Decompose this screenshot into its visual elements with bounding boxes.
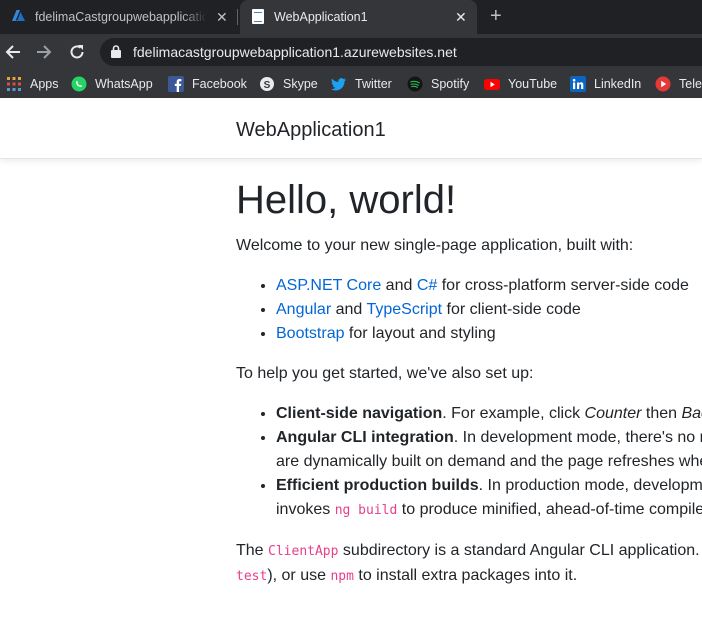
feature-text: . In development mode, there's no n	[453, 429, 702, 446]
aspnet-core-link[interactable]: ASP.NET Core	[276, 277, 381, 294]
feature-emphasis: Back	[681, 405, 702, 422]
page-title: Hello, world!	[236, 178, 457, 222]
list-text: for client-side code	[442, 301, 581, 318]
bookmark-label: Telec	[679, 77, 702, 91]
bookmark-apps[interactable]: Apps	[6, 70, 59, 98]
bookmark-spotify[interactable]: Spotify	[407, 70, 469, 98]
url-text: fdelimacastgroupwebapplication1.azureweb…	[133, 44, 457, 60]
inline-code: ClientApp	[268, 544, 339, 559]
tab-separator	[237, 9, 238, 25]
bookmark-twitter[interactable]: Twitter	[331, 70, 392, 98]
bookmark-label: WhatsApp	[95, 77, 153, 91]
arrow-left-icon	[5, 45, 20, 59]
tab-title: WebApplication1	[274, 10, 368, 24]
navbar-brand[interactable]: WebApplication1	[236, 119, 386, 142]
facebook-icon	[168, 76, 184, 92]
bookmark-linkedin[interactable]: LinkedIn	[570, 70, 641, 98]
bookmark-facebook[interactable]: Facebook	[168, 70, 247, 98]
new-tab-button[interactable]: +	[490, 6, 502, 26]
feature-title: Efficient production builds	[276, 477, 479, 494]
lock-icon	[111, 45, 121, 58]
feature-title: Client-side navigation	[276, 405, 443, 422]
arrow-right-icon	[37, 45, 52, 59]
footer-text: The ClientApp subdirectory is a standard…	[236, 539, 702, 589]
feature-text: . In production mode, developm	[478, 477, 702, 494]
bookmark-whatsapp[interactable]: WhatsApp	[71, 70, 153, 98]
typescript-link[interactable]: TypeScript	[366, 301, 442, 318]
inline-code: ng build	[334, 503, 398, 518]
whatsapp-icon	[71, 76, 87, 92]
feature-title: Angular CLI integration	[276, 429, 454, 446]
bookmark-label: YouTube	[508, 77, 558, 91]
feature-text: to produce minified, ahead-of-time compi…	[397, 501, 702, 518]
features-list: Client-side navigation. For example, cli…	[236, 402, 702, 523]
list-text: and	[331, 301, 367, 318]
apps-grid-icon	[6, 76, 22, 92]
setup-intro-text: To help you get started, we've also set …	[236, 365, 534, 382]
skype-icon: S	[259, 76, 275, 92]
tab-strip: fdelimaCastgroupwebapplication1 ✕ WebApp…	[0, 0, 702, 34]
feature-text: invokes	[276, 501, 335, 518]
feature-text: . For example, click	[442, 405, 585, 422]
bookmark-telegram[interactable]: Telec	[655, 70, 702, 98]
bookmark-label: Apps	[30, 77, 59, 91]
footer-text-part: ), or use	[267, 567, 331, 584]
back-button[interactable]	[3, 42, 23, 62]
reload-icon	[70, 45, 84, 59]
list-item: Angular CLI integration. In development …	[276, 426, 702, 474]
reload-button[interactable]	[67, 42, 87, 62]
site-navbar: WebApplication1	[0, 98, 702, 159]
list-item: Bootstrap for layout and styling	[276, 322, 702, 346]
bookmark-label: Facebook	[192, 77, 247, 91]
feature-text: are dynamically built on demand and the …	[276, 453, 702, 470]
twitter-icon	[331, 76, 347, 92]
close-tab-icon[interactable]: ✕	[216, 10, 228, 24]
feature-text: then	[641, 405, 682, 422]
browser-toolbar: fdelimacastgroupwebapplication1.azureweb…	[0, 34, 702, 70]
footer-text-part: to install extra packages into it.	[353, 567, 578, 584]
spotify-icon	[407, 76, 423, 92]
inline-code: test	[236, 569, 268, 584]
angular-link[interactable]: Angular	[276, 301, 331, 318]
svg-text:S: S	[264, 80, 271, 91]
list-item: Efficient production builds. In producti…	[276, 474, 702, 523]
list-text: for layout and styling	[344, 325, 496, 342]
bookmark-label: Skype	[283, 77, 318, 91]
tab-title: fdelimaCastgroupwebapplication1	[35, 10, 207, 24]
web-page: WebApplication1 Hello, world! Welcome to…	[0, 98, 702, 621]
main-content: Hello, world! Welcome to your new single…	[236, 172, 702, 605]
bookmark-youtube[interactable]: YouTube	[484, 70, 557, 98]
inline-code: npm	[330, 569, 354, 584]
bookmark-label: Twitter	[355, 77, 392, 91]
bootstrap-link[interactable]: Bootstrap	[276, 325, 344, 342]
list-item: Client-side navigation. For example, cli…	[276, 402, 702, 426]
list-text: and	[381, 277, 417, 294]
footer-text-part: The	[236, 542, 269, 559]
built-with-list: ASP.NET Core and C# for cross-platform s…	[236, 274, 702, 346]
azure-icon	[12, 10, 25, 21]
bookmarks-bar: Apps WhatsApp Facebook S Skype Twitter S…	[0, 70, 702, 98]
telegram-icon	[655, 76, 671, 92]
list-item: Angular and TypeScript for client-side c…	[276, 298, 702, 322]
youtube-icon	[484, 76, 500, 92]
list-text: for cross-platform server-side code	[437, 277, 689, 294]
intro-text: Welcome to your new single-page applicat…	[236, 237, 634, 254]
bookmark-skype[interactable]: S Skype	[259, 70, 318, 98]
forward-button[interactable]	[34, 42, 54, 62]
page-icon	[252, 9, 264, 24]
footer-text-part: subdirectory is a standard Angular CLI a…	[338, 542, 702, 559]
linkedin-icon	[570, 76, 586, 92]
browser-tab-webapplication1[interactable]: WebApplication1 ✕	[240, 0, 477, 34]
browser-tab-azure[interactable]: fdelimaCastgroupwebapplication1 ✕	[0, 0, 237, 34]
bookmark-label: LinkedIn	[594, 77, 642, 91]
address-bar[interactable]: fdelimacastgroupwebapplication1.azureweb…	[100, 38, 702, 66]
csharp-link[interactable]: C#	[417, 277, 437, 294]
feature-emphasis: Counter	[584, 405, 642, 422]
close-tab-icon[interactable]: ✕	[455, 10, 467, 24]
bookmark-label: Spotify	[431, 77, 470, 91]
list-item: ASP.NET Core and C# for cross-platform s…	[276, 274, 702, 298]
